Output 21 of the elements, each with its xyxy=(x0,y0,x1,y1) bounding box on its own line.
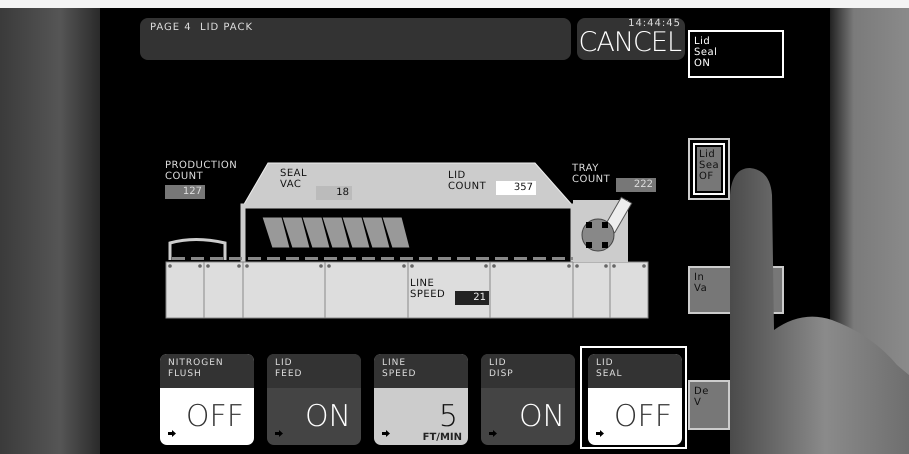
page-title: PAGE 4 LID PACK xyxy=(140,18,571,60)
clock-time: 14:44:45 xyxy=(628,18,681,29)
readout-value: 127 xyxy=(165,185,205,199)
function-tile[interactable]: LID DISP ON xyxy=(481,354,575,445)
readout-value: 222 xyxy=(616,178,656,192)
function-tile[interactable]: NITROGEN FLUSH OFF xyxy=(160,354,254,445)
function-tile[interactable]: LID FEED ON xyxy=(267,354,361,445)
side-button[interactable]: Lid Seal ON xyxy=(688,30,784,78)
function-tile[interactable]: LID SEAL OFF xyxy=(588,354,682,445)
readout-value: 18 xyxy=(316,186,352,200)
function-tile[interactable]: LINE SPEED 5 FT/MIN xyxy=(374,354,468,445)
readout-label: PRODUCTION COUNT xyxy=(165,160,238,182)
readout-value: 357 xyxy=(496,181,536,195)
cancel-button[interactable]: 14:44:45 CANCEL xyxy=(577,18,685,60)
readout-label: LID COUNT xyxy=(448,170,486,192)
readout-label: SEAL VAC xyxy=(280,168,308,190)
readout-label: LINE SPEED xyxy=(410,278,446,300)
readout-label: TRAY COUNT xyxy=(572,163,610,185)
readout-value: 21 xyxy=(455,291,489,305)
side-button[interactable]: De V xyxy=(688,380,730,430)
side-button[interactable]: Lid Sea OF xyxy=(688,138,730,200)
